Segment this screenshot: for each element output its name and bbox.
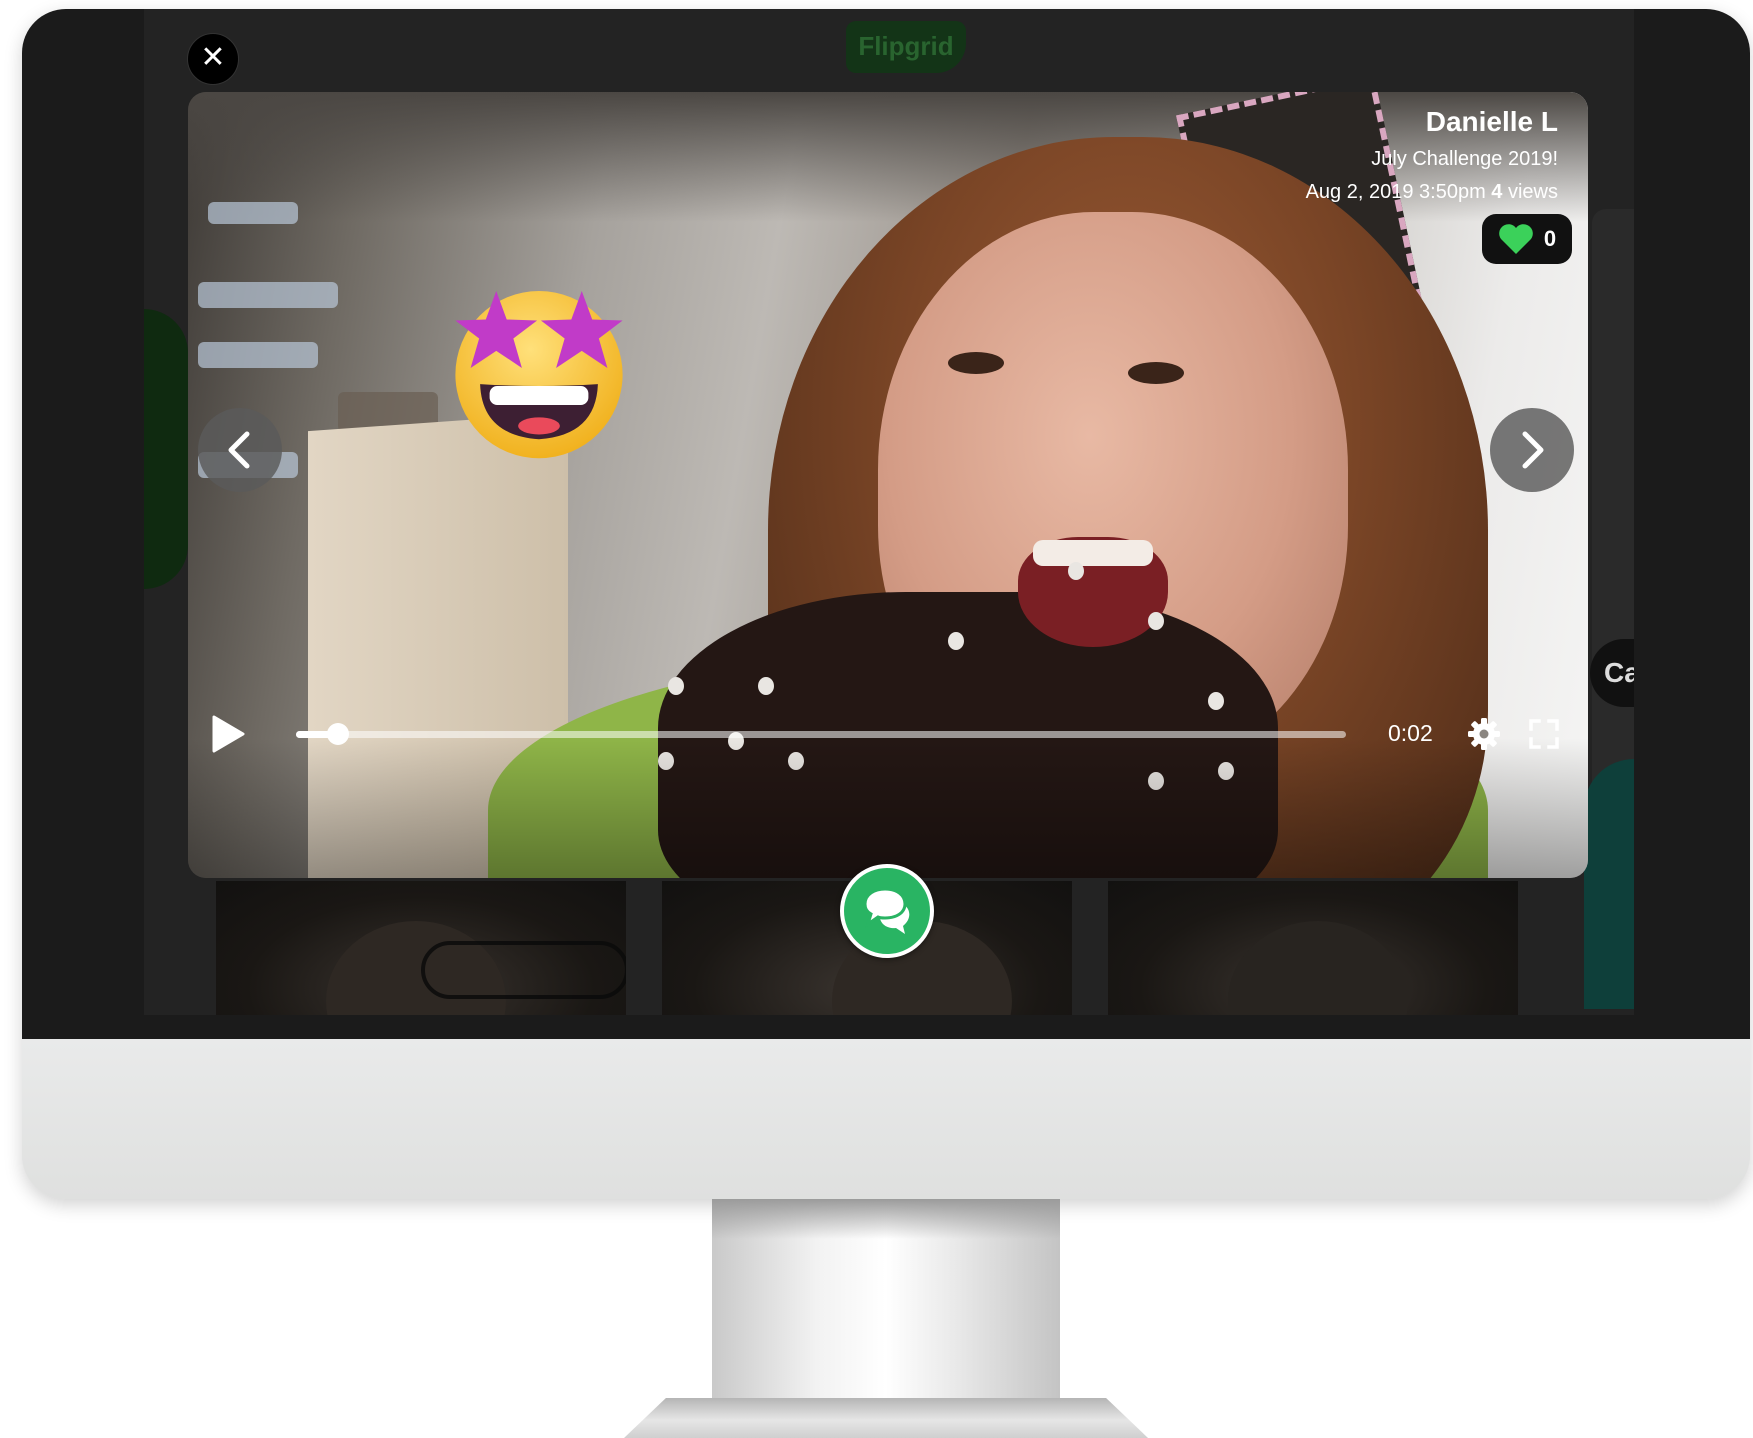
close-icon: ✕: [200, 41, 226, 74]
previous-video-button[interactable]: [198, 408, 282, 492]
close-button[interactable]: ✕: [187, 33, 239, 85]
video-info: Danielle L July Challenge 2019! Aug 2, 2…: [1306, 106, 1558, 204]
monitor-chin: [22, 1039, 1750, 1199]
like-count: 0: [1543, 226, 1557, 251]
heart-icon: [1499, 224, 1533, 254]
like-button[interactable]: 0: [1482, 214, 1572, 264]
post-date: Aug 2, 2019 3:50pm: [1305, 181, 1486, 203]
reply-button[interactable]: [840, 864, 934, 958]
fullscreen-icon[interactable]: [1528, 718, 1560, 750]
video-player[interactable]: Danielle L July Challenge 2019! Aug 2, 2…: [188, 92, 1588, 878]
views-label: views: [1507, 181, 1558, 203]
topic-title: July Challenge 2019!: [1371, 148, 1558, 170]
flipgrid-logo: Flipgrid: [846, 21, 966, 73]
star-struck-emoji-sticker[interactable]: [444, 272, 634, 462]
video-controls: 0:02: [188, 704, 1588, 760]
background-card-left: [144, 309, 188, 589]
author-name: Danielle L: [1425, 106, 1558, 137]
background-card-right-teal: [1584, 759, 1634, 1009]
chevron-left-icon: [228, 431, 250, 469]
background-video-thumbnail: [216, 881, 626, 1015]
progress-scrubber[interactable]: [327, 723, 349, 745]
views-count: 4: [1491, 181, 1503, 203]
play-icon[interactable]: [210, 714, 246, 754]
video-meta: Aug 2, 2019 3:50pm 4 views: [1306, 181, 1558, 204]
monitor-stand-base: [624, 1398, 1148, 1438]
current-time: 0:02: [1388, 720, 1433, 746]
chat-bubbles-icon: [863, 887, 910, 934]
chevron-right-icon: [1522, 431, 1544, 469]
progress-bar[interactable]: [296, 723, 1346, 745]
background-video-thumbnail: [1108, 881, 1518, 1015]
gear-icon[interactable]: [1466, 716, 1502, 752]
next-video-button[interactable]: [1490, 408, 1574, 492]
